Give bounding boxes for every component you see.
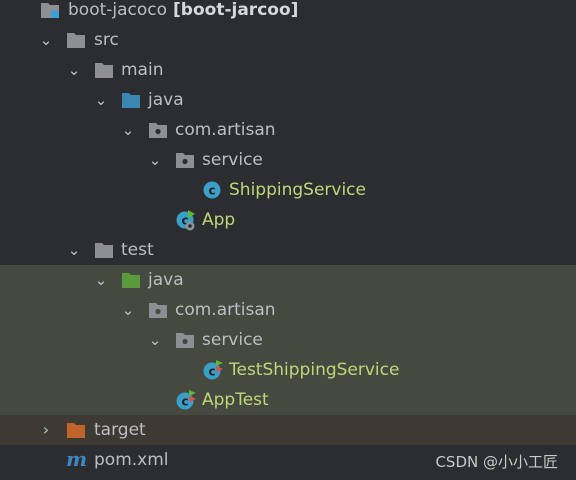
- test-package-label: com.artisan: [175, 300, 276, 320]
- package-icon: [148, 301, 168, 319]
- runnable-class-icon: c: [175, 210, 195, 231]
- test-class-icon: c: [175, 390, 196, 410]
- chevron-down-icon[interactable]: ⌄: [66, 235, 82, 265]
- tree-row-test-package[interactable]: ⌄ com.artisan: [0, 295, 576, 325]
- main-java-label: java: [148, 90, 184, 110]
- svg-text:c: c: [208, 365, 215, 379]
- app-test-label: AppTest: [202, 390, 269, 410]
- svg-text:m: m: [66, 450, 87, 470]
- tree-row-test-shipping-service[interactable]: c TestShippingService: [0, 355, 576, 385]
- folder-icon: [66, 31, 86, 49]
- main-label: main: [121, 60, 164, 80]
- tree-row-app-test[interactable]: c AppTest: [0, 385, 576, 415]
- main-package-label: com.artisan: [175, 120, 276, 140]
- test-root-folder-icon: [121, 271, 141, 289]
- chevron-down-icon[interactable]: ⌄: [38, 25, 54, 55]
- svg-text:c: c: [181, 395, 188, 409]
- chevron-down-icon[interactable]: ⌄: [147, 325, 163, 355]
- module-folder-icon: [40, 1, 60, 19]
- pom-label: pom.xml: [94, 450, 169, 470]
- svg-text:c: c: [208, 184, 215, 198]
- chevron-down-icon[interactable]: ⌄: [147, 145, 163, 175]
- tree-row-main-java[interactable]: ⌄ java: [0, 85, 576, 115]
- package-icon: [175, 151, 195, 169]
- root-module: [boot-jarcoo]: [173, 0, 299, 20]
- tree-row-test[interactable]: ⌄ test: [0, 235, 576, 265]
- source-root-folder-icon: [121, 91, 141, 109]
- tree-row-main-package[interactable]: ⌄ com.artisan: [0, 115, 576, 145]
- tree-row-main-service[interactable]: ⌄ service: [0, 145, 576, 175]
- tree-row-target[interactable]: › target: [0, 415, 576, 445]
- main-service-label: service: [202, 150, 263, 170]
- tree-row-src[interactable]: ⌄ src: [0, 25, 576, 55]
- chevron-down-icon[interactable]: ⌄: [120, 115, 136, 145]
- tree-row-root[interactable]: boot-jacoco [boot-jarcoo]: [0, 0, 576, 25]
- test-shipping-service-label: TestShippingService: [229, 360, 400, 380]
- package-icon: [175, 331, 195, 349]
- test-label: test: [121, 240, 154, 260]
- folder-icon: [94, 241, 114, 259]
- tree-row-main[interactable]: ⌄ main: [0, 55, 576, 85]
- shipping-service-label: ShippingService: [229, 180, 366, 200]
- root-name: boot-jacoco: [68, 0, 168, 20]
- chevron-down-icon[interactable]: ⌄: [93, 265, 109, 295]
- test-service-label: service: [202, 330, 263, 350]
- chevron-down-icon[interactable]: ⌄: [93, 85, 109, 115]
- package-icon: [148, 121, 168, 139]
- chevron-right-icon[interactable]: ›: [38, 415, 54, 445]
- folder-icon: [94, 61, 114, 79]
- root-label: boot-jacoco [boot-jarcoo]: [68, 0, 298, 25]
- test-java-label: java: [148, 270, 184, 290]
- target-label: target: [94, 420, 146, 440]
- tree-row-app[interactable]: c App: [0, 205, 576, 235]
- chevron-down-icon[interactable]: ⌄: [66, 55, 82, 85]
- maven-icon: m: [66, 450, 87, 470]
- excluded-folder-icon: [66, 421, 86, 439]
- test-class-icon: c: [202, 360, 223, 380]
- src-label: src: [94, 30, 119, 50]
- tree-row-shipping-service[interactable]: c ShippingService: [0, 175, 576, 205]
- tree-row-test-service[interactable]: ⌄ service: [0, 325, 576, 355]
- watermark: CSDN @小小工匠: [435, 453, 558, 471]
- chevron-down-icon[interactable]: ⌄: [120, 295, 136, 325]
- java-class-icon: c: [202, 180, 222, 199]
- app-label: App: [202, 210, 236, 230]
- tree-row-test-java[interactable]: ⌄ java: [0, 265, 576, 295]
- project-tree: boot-jacoco [boot-jarcoo] ⌄ src ⌄ main ⌄ …: [0, 0, 576, 475]
